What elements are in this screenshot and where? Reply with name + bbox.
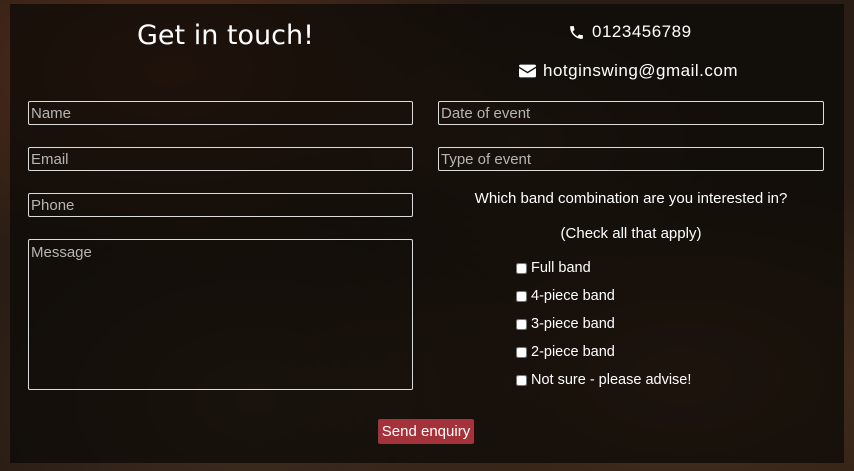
phone-input[interactable] bbox=[28, 193, 413, 217]
band-option-label: 2-piece band bbox=[531, 344, 615, 360]
band-checkbox-3-piece[interactable] bbox=[516, 318, 527, 330]
contact-phone: 0123456789 bbox=[568, 22, 692, 42]
band-hint: (Check all that apply) bbox=[560, 225, 702, 242]
band-checkbox-4-piece[interactable] bbox=[516, 290, 527, 302]
phone-number: 0123456789 bbox=[592, 22, 692, 41]
band-option-not-sure[interactable]: Not sure - please advise! bbox=[516, 372, 691, 388]
band-option-label: 3-piece band bbox=[531, 316, 615, 332]
name-input[interactable] bbox=[28, 101, 413, 125]
date-of-event-input[interactable] bbox=[438, 101, 824, 125]
page-title: Get in touch! bbox=[137, 20, 314, 51]
band-option-2-piece[interactable]: 2-piece band bbox=[516, 344, 615, 360]
band-option-label: Full band bbox=[531, 260, 591, 276]
band-checkbox-full[interactable] bbox=[516, 262, 527, 274]
band-option-label: 4-piece band bbox=[531, 288, 615, 304]
contact-email: hotginswing@gmail.com bbox=[519, 61, 738, 81]
band-option-full[interactable]: Full band bbox=[516, 260, 591, 276]
band-option-3-piece[interactable]: 3-piece band bbox=[516, 316, 615, 332]
type-of-event-input[interactable] bbox=[438, 147, 824, 171]
band-checkbox-2-piece[interactable] bbox=[516, 346, 527, 358]
band-question: Which band combination are you intereste… bbox=[474, 190, 788, 207]
band-option-4-piece[interactable]: 4-piece band bbox=[516, 288, 615, 304]
band-checkbox-not-sure[interactable] bbox=[516, 374, 527, 386]
send-enquiry-button[interactable]: Send enquiry bbox=[378, 419, 474, 444]
message-textarea[interactable] bbox=[28, 239, 413, 390]
email-address: hotginswing@gmail.com bbox=[543, 61, 739, 80]
envelope-icon bbox=[519, 64, 536, 78]
band-option-label: Not sure - please advise! bbox=[531, 372, 692, 388]
email-input[interactable] bbox=[28, 147, 413, 171]
phone-icon bbox=[570, 25, 583, 39]
